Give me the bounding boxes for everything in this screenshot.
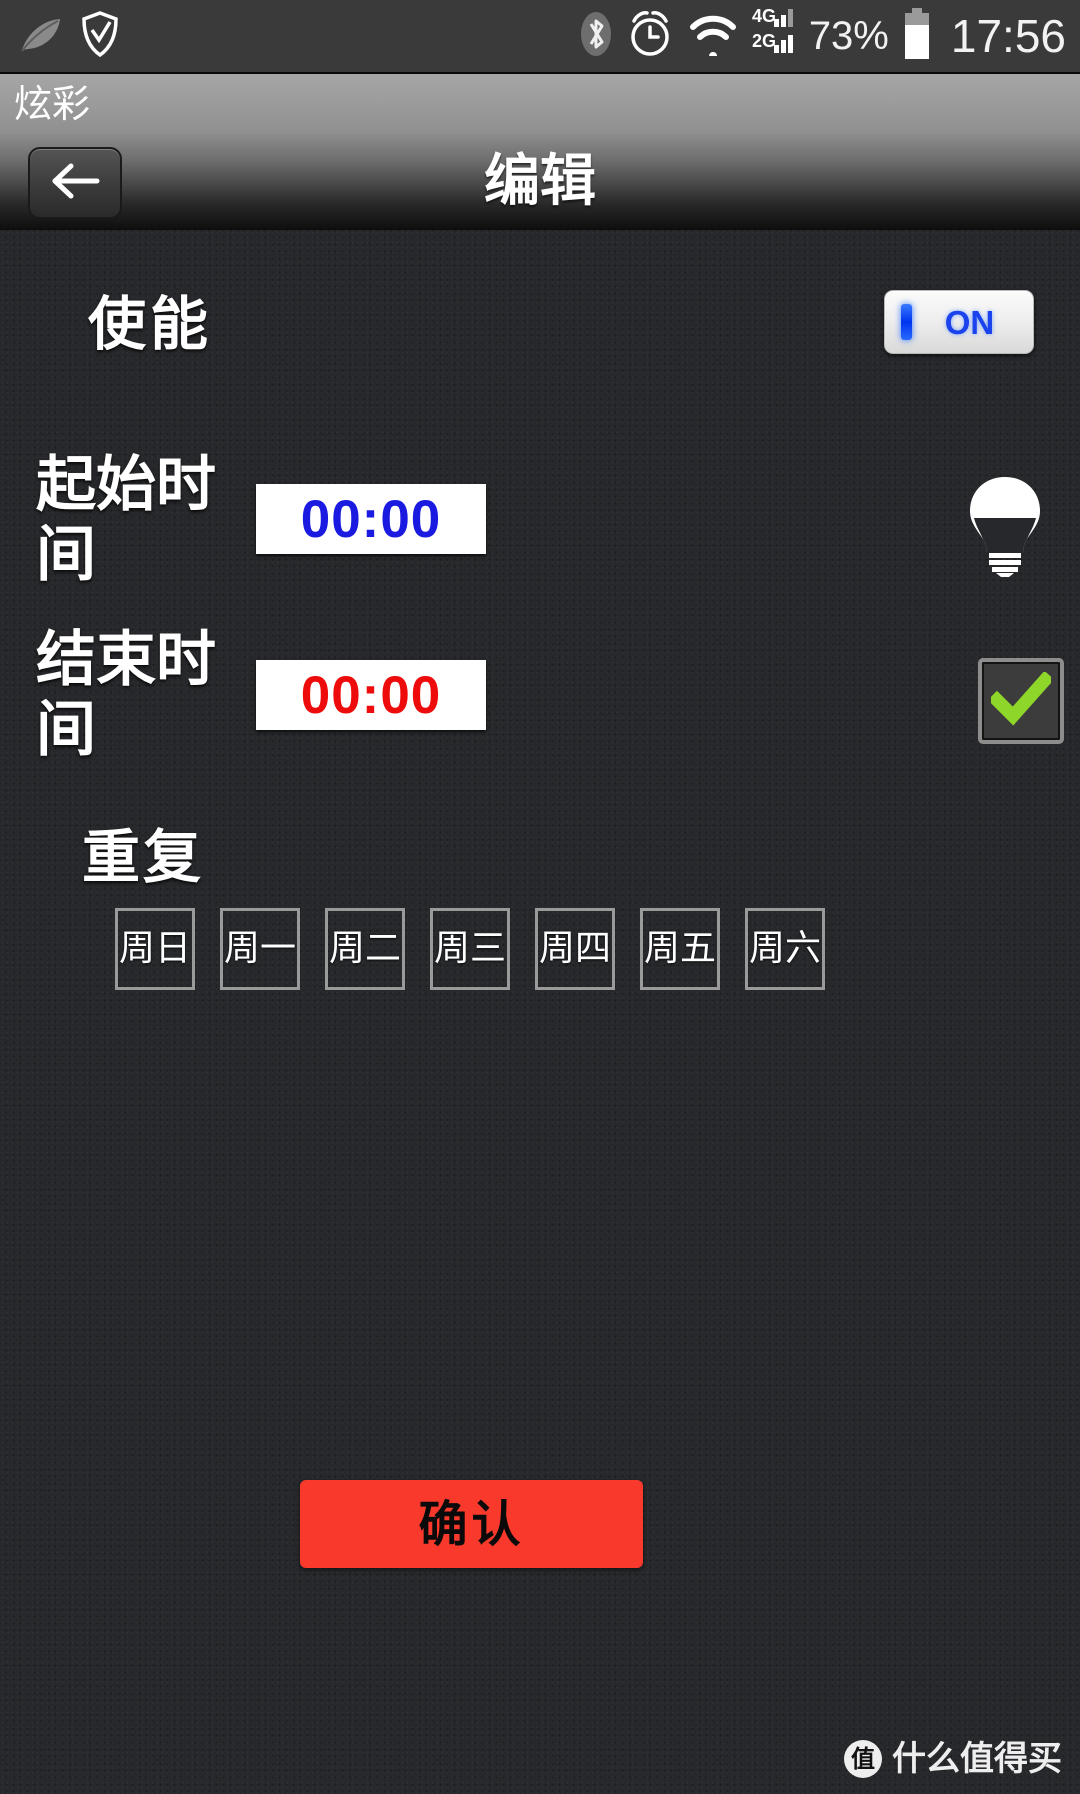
back-button[interactable]	[28, 147, 122, 219]
repeat-label: 重复	[82, 823, 205, 891]
bluetooth-icon	[579, 9, 613, 63]
check-mark-button[interactable]	[978, 658, 1064, 744]
battery-percent-label: 73%	[808, 14, 889, 58]
start-time-value: 00:00	[300, 489, 442, 549]
watermark: 值 什么值得买	[844, 1740, 1062, 1778]
status-bar-left-icons	[18, 10, 120, 62]
app-title: 炫彩	[14, 82, 91, 126]
status-bar: 4G 2G 73% 17:56	[0, 0, 1080, 72]
toggle-indicator-bar	[901, 304, 912, 340]
weekday-selector: 周日 周一 周二 周三 周四 周五 周六	[115, 908, 825, 990]
start-time-field[interactable]: 00:00	[256, 484, 486, 554]
wifi-icon	[687, 12, 739, 60]
end-time-value: 00:00	[300, 665, 442, 725]
confirm-button[interactable]: 确认	[300, 1480, 643, 1568]
weekday-button[interactable]: 周日	[115, 908, 195, 990]
end-time-field[interactable]: 00:00	[256, 660, 486, 730]
leaf-icon	[18, 14, 62, 58]
enable-toggle-switch[interactable]: ON	[884, 290, 1034, 354]
weekday-button[interactable]: 周六	[745, 908, 825, 990]
svg-text:2G: 2G	[752, 31, 776, 51]
check-mark-icon	[987, 670, 1055, 730]
page-title: 编辑	[484, 149, 596, 214]
arrow-left-icon	[49, 161, 101, 205]
battery-icon	[902, 8, 932, 64]
toggle-state-label: ON	[944, 303, 995, 341]
enable-label: 使能	[88, 290, 213, 358]
light-bulb-icon[interactable]	[962, 473, 1048, 581]
watermark-badge-icon: 值	[844, 1740, 882, 1778]
signal-4g-icon: 4G 2G	[752, 5, 796, 67]
weekday-button[interactable]: 周五	[640, 908, 720, 990]
start-time-label: 起始时间	[36, 450, 216, 590]
status-bar-clock: 17:56	[950, 10, 1066, 62]
alarm-clock-icon	[626, 9, 674, 63]
confirm-button-label: 确认	[418, 1495, 525, 1553]
watermark-text: 什么值得买	[892, 1739, 1062, 1779]
svg-text:4G: 4G	[752, 6, 776, 26]
weekday-button[interactable]: 周四	[535, 908, 615, 990]
shield-check-icon	[80, 10, 120, 62]
phone-screen: 4G 2G 73% 17:56 炫彩 编辑 使能 ON 起始时间 00:00 结…	[0, 0, 1080, 1794]
status-bar-right-icons: 4G 2G 73% 17:56	[579, 5, 1066, 67]
weekday-button[interactable]: 周二	[325, 908, 405, 990]
weekday-button[interactable]: 周一	[220, 908, 300, 990]
end-time-label: 结束时间	[36, 625, 216, 765]
nav-bar: 编辑	[0, 134, 1080, 230]
edit-form: 使能 ON 起始时间 00:00 结束时间 00:00 重复 周日 周一 周二 …	[0, 230, 1080, 1794]
app-title-bar: 炫彩	[0, 72, 1080, 134]
weekday-button[interactable]: 周三	[430, 908, 510, 990]
